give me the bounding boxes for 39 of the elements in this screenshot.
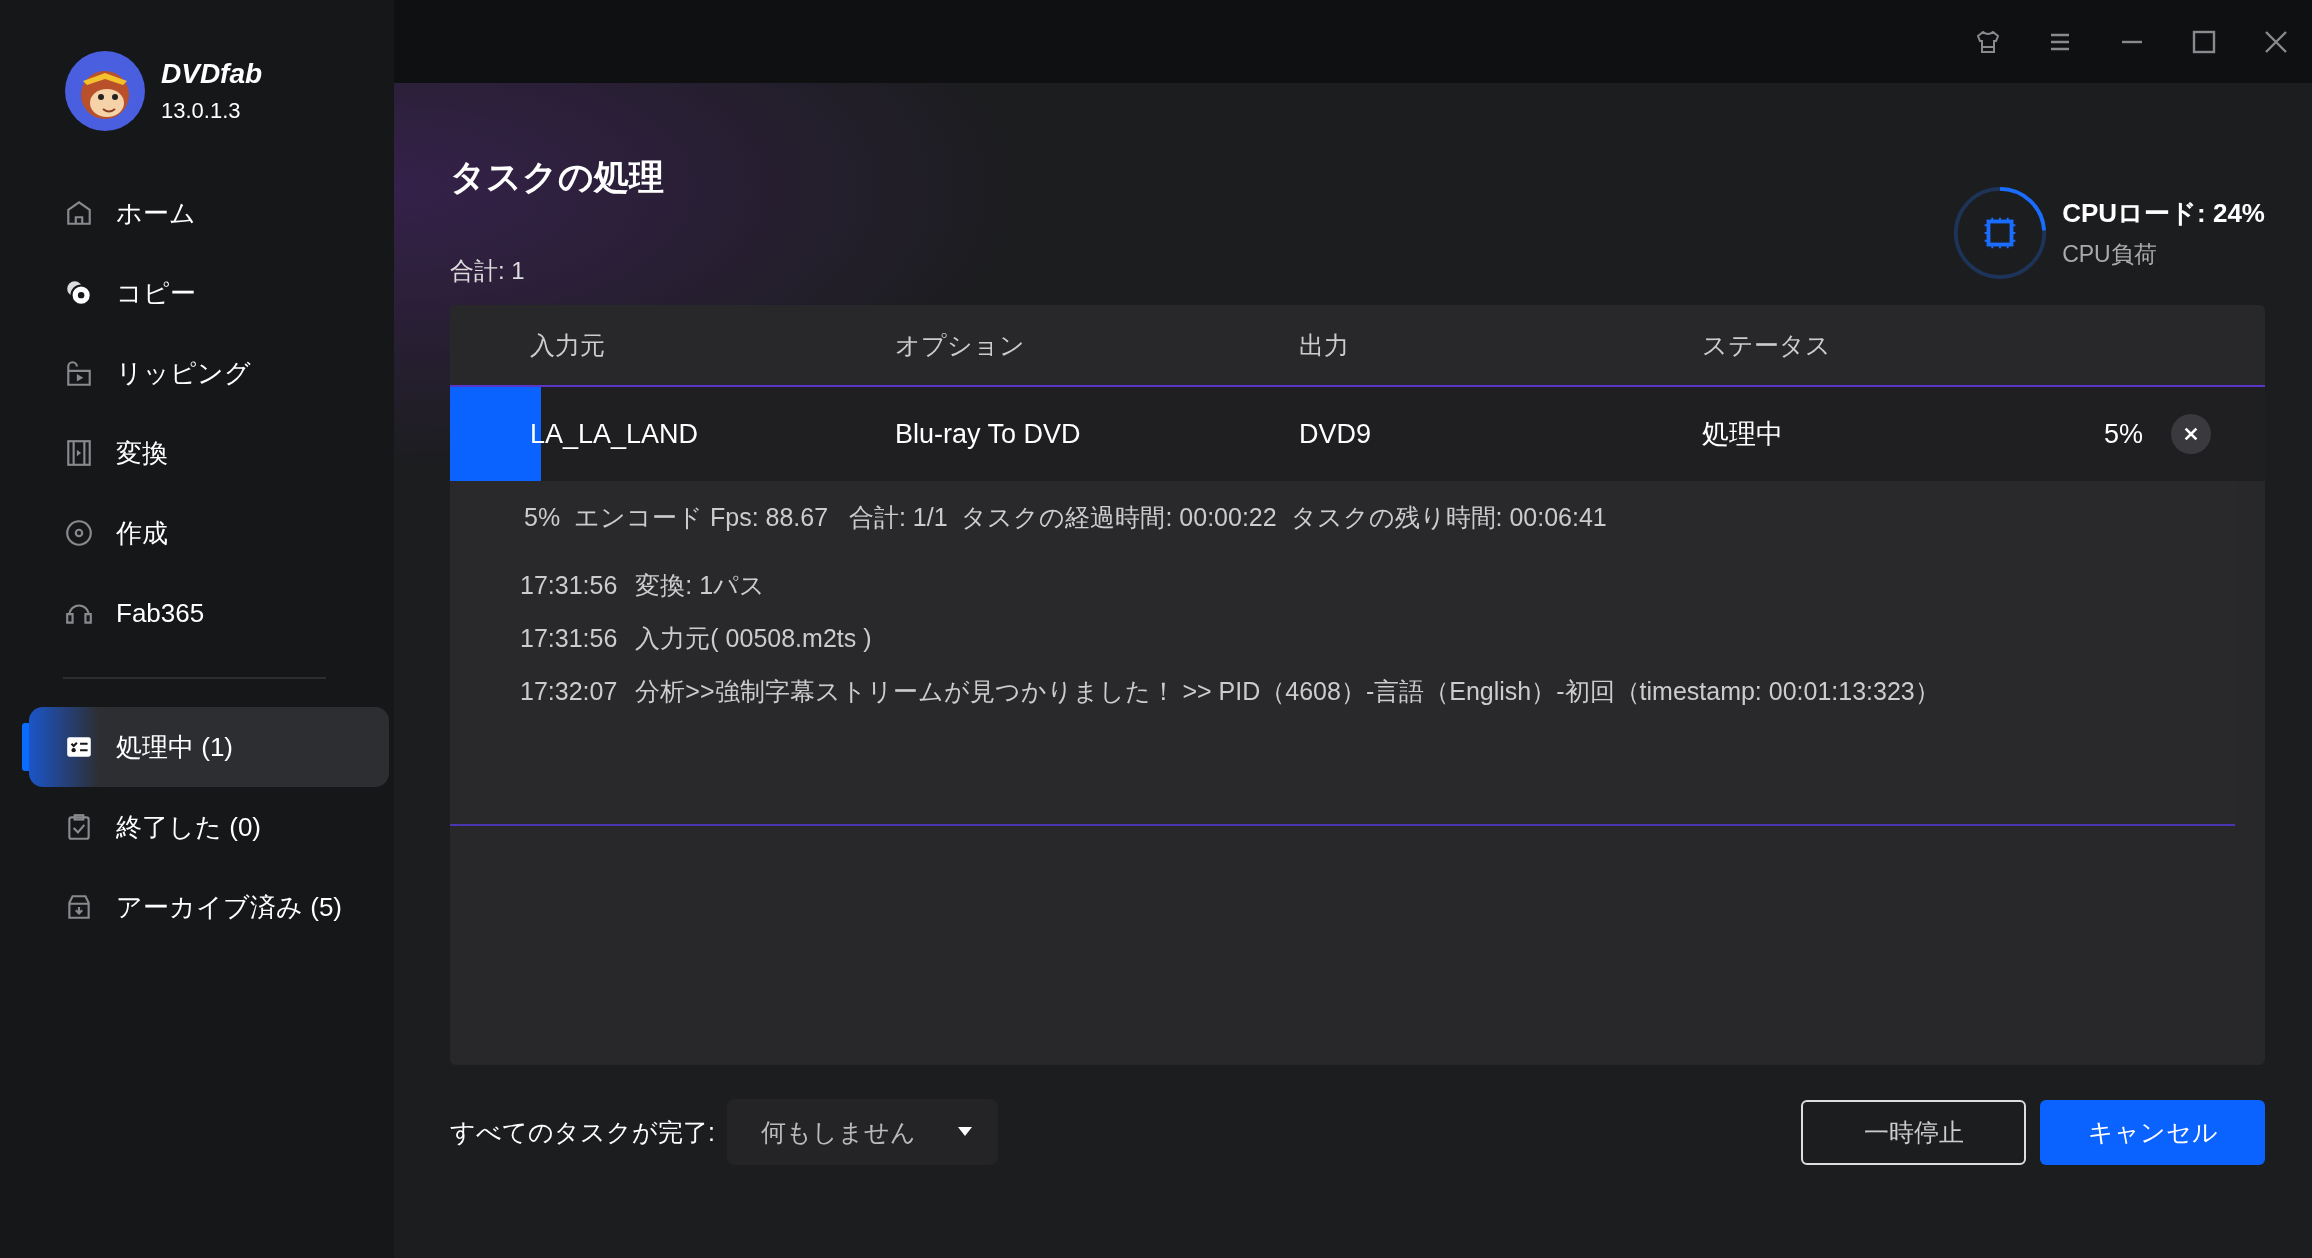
- sidebar-item[interactable]: アーカイブ済み (5): [29, 867, 389, 947]
- sidebar-item[interactable]: 作成: [29, 493, 389, 573]
- page-title: タスクの処理: [450, 156, 664, 198]
- log-time: 17:31:56: [520, 571, 618, 600]
- cpu-load-caption: CPU負荷: [2062, 240, 2158, 269]
- column-header: オプション: [895, 329, 1026, 361]
- cancel-button[interactable]: キャンセル: [2040, 1099, 2265, 1165]
- on-complete-dropdown[interactable]: 何もしません: [726, 1099, 998, 1165]
- table-cell-text: Blu-ray To DVD: [895, 418, 1082, 450]
- total-count: 合計: 1: [450, 256, 526, 286]
- sidebar-item[interactable]: 終了した (0): [29, 787, 389, 867]
- log-time: 17:31:56: [520, 624, 618, 653]
- sidebar-item[interactable]: リッピング: [29, 333, 389, 413]
- cpu-load-label: CPUロード: 24%: [2062, 197, 2265, 230]
- table-cell-text: 処理中: [1702, 418, 1784, 451]
- remove-task-button[interactable]: [2171, 414, 2212, 454]
- home-icon: [64, 198, 94, 228]
- column-header: ステータス: [1702, 329, 1832, 361]
- disc-icon: [64, 518, 94, 548]
- film-icon: [64, 438, 94, 468]
- log-message: 変換: 1パス: [635, 570, 766, 601]
- sidebar-item[interactable]: ホーム: [29, 173, 389, 253]
- pause-button[interactable]: 一時停止: [1801, 1099, 2026, 1165]
- log-message: 入力元( 00508.m2ts ): [635, 623, 872, 654]
- app-name: DVDfab: [161, 58, 263, 90]
- on-complete-label: すべてのタスクが完了:: [450, 1116, 715, 1148]
- log-time: 17:32:07: [520, 677, 618, 706]
- column-header: 入力元: [530, 329, 606, 361]
- progress-percent: 5%: [2104, 418, 2144, 450]
- column-header: 出力: [1299, 329, 1350, 361]
- sidebar-item[interactable]: Fab365: [29, 573, 389, 653]
- log-message: 分析>>強制字幕ストリームが見つかりました！ >> PID（4608）-言語（English）-初回（timestamp: 00:01:13:323）: [635, 676, 1940, 707]
- caret-icon: [957, 1127, 972, 1137]
- progress-summary: 5% エンコード Fps: 88.67 合計: 1/1 タスクの経過時間: 00:00:22 タスクの残り時間: 00:06:41: [524, 502, 1608, 533]
- folder-play-icon: [64, 358, 94, 388]
- app-version: 13.0.1.3: [161, 98, 242, 124]
- table-cell-text: DVD9: [1299, 418, 1373, 450]
- sidebar-item[interactable]: コピー: [29, 253, 389, 333]
- sidebar-item[interactable]: 変換: [29, 413, 389, 493]
